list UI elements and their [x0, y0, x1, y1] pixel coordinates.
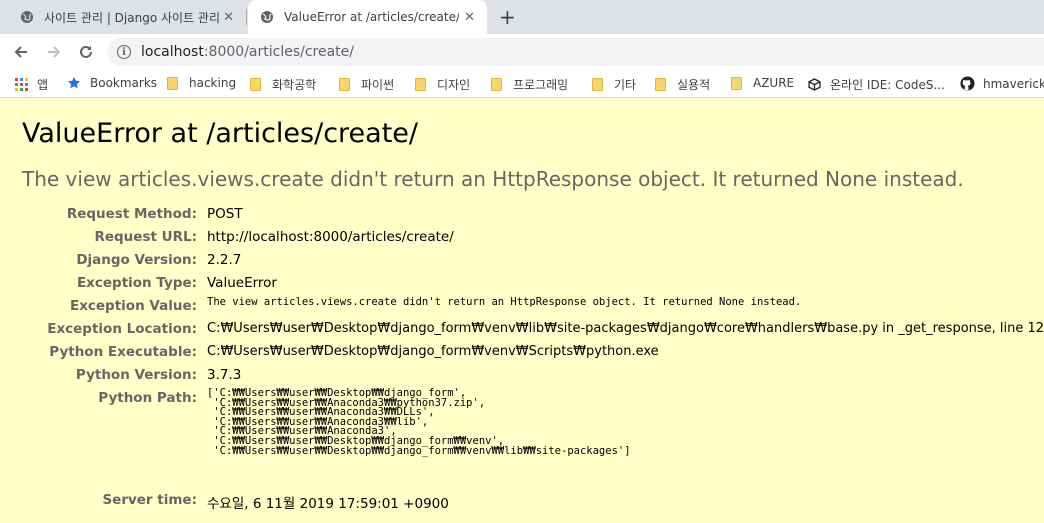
- meta-label: Python Path:: [98, 390, 197, 406]
- globe-icon: [261, 11, 273, 23]
- error-page: ValueError at /articles/create/ The view…: [0, 99, 1044, 523]
- bookmark-label: 실용적: [677, 78, 711, 92]
- apps-grid-icon: [15, 78, 28, 91]
- forward-arrow-icon[interactable]: [45, 43, 63, 61]
- error-title: ValueError at /articles/create/: [22, 118, 419, 149]
- bookmark-apps[interactable]: 앱: [15, 76, 48, 93]
- tab-title: 사이트 관리 | Django 사이트 관리: [44, 10, 219, 25]
- url-text[interactable]: localhost:8000/articles/create/: [141, 44, 354, 60]
- meta-value: The view articles.views.create didn't re…: [207, 296, 802, 308]
- github-icon: [960, 76, 975, 91]
- star-icon: [68, 77, 80, 89]
- bookmark-folder-etc[interactable]: 기타: [592, 76, 636, 93]
- folder-icon: [731, 76, 742, 90]
- address-bar[interactable]: i localhost:8000/articles/create/: [107, 38, 1044, 66]
- bookmark-codesandbox[interactable]: 온라인 IDE: CodeS...: [808, 76, 945, 93]
- bookmark-label: Bookmarks: [90, 76, 158, 90]
- globe-icon: [21, 11, 33, 23]
- bookmark-label: 디자인: [437, 78, 471, 92]
- meta-label: Server time:: [102, 492, 197, 508]
- meta-label: Django Version:: [76, 252, 197, 268]
- bookmark-bookmarks[interactable]: Bookmarks: [67, 76, 157, 90]
- bookmark-label: 화학공학: [272, 78, 317, 92]
- bookmark-label: 기타: [614, 78, 637, 92]
- meta-value: 2.2.7: [207, 252, 242, 268]
- bookmark-github[interactable]: hmavericka: [960, 76, 1044, 91]
- folder-icon: [592, 78, 603, 91]
- bookmark-folder-programming[interactable]: 프로그래밍: [491, 76, 568, 93]
- meta-value: POST: [207, 206, 243, 222]
- info-icon[interactable]: i: [117, 45, 131, 59]
- python-path-list: ['C:₩₩Users₩₩user₩₩Desktop₩₩django_form'…: [207, 387, 631, 457]
- meta-value: ValueError: [207, 275, 277, 291]
- bookmark-folder-design[interactable]: 디자인: [415, 76, 470, 93]
- meta-value: C:₩Users₩user₩Desktop₩django_form₩venv₩S…: [207, 344, 659, 359]
- tab-bar: 사이트 관리 | Django 사이트 관리 ✕ ValueError at /…: [0, 0, 1044, 34]
- bookmark-folder-python[interactable]: 파이썬: [339, 76, 394, 93]
- meta-label: Python Version:: [75, 367, 197, 383]
- bookmarks-bar: 앱 Bookmarks hacking 화학공학 파이썬 디자인 프로그래밍 기…: [0, 70, 1044, 98]
- bookmark-folder-hacking[interactable]: hacking: [167, 76, 236, 90]
- meta-label: Request URL:: [94, 229, 197, 245]
- python-path-entries: ['C:₩₩Users₩₩user₩₩Desktop₩₩django_form'…: [207, 387, 631, 457]
- meta-value: 수요일, 6 11월 2019 17:59:01 +0900: [207, 496, 449, 512]
- url-host: localhost: [141, 44, 204, 60]
- bookmark-folder-practical[interactable]: 실용적: [655, 76, 710, 93]
- folder-icon: [415, 78, 426, 91]
- error-summary: The view articles.views.create didn't re…: [22, 167, 964, 191]
- meta-label: Python Executable:: [49, 344, 197, 360]
- folder-icon: [167, 76, 178, 90]
- back-arrow-icon[interactable]: [12, 43, 30, 61]
- bookmark-label: 프로그래밍: [513, 78, 569, 92]
- bookmark-folder-chemeng[interactable]: 화학공학: [250, 76, 316, 93]
- meta-value: http://localhost:8000/articles/create/: [207, 229, 454, 245]
- new-tab-button[interactable]: +: [499, 5, 516, 29]
- bookmark-label: hacking: [189, 76, 237, 90]
- bookmark-label: AZURE: [753, 76, 795, 90]
- bookmark-folder-azure[interactable]: AZURE: [731, 76, 794, 90]
- close-icon[interactable]: ✕: [464, 10, 475, 25]
- folder-icon: [250, 78, 261, 91]
- tab-title: ValueError at /articles/create/: [284, 10, 459, 24]
- folder-icon: [339, 78, 350, 91]
- bookmark-label: 파이썬: [361, 78, 395, 92]
- meta-label: Exception Location:: [47, 321, 197, 337]
- tab-valueerror[interactable]: ValueError at /articles/create/ ✕: [248, 0, 487, 34]
- cube-icon: [808, 78, 821, 91]
- meta-label: Exception Type:: [76, 275, 197, 291]
- folder-icon: [491, 78, 502, 91]
- browser-toolbar: i localhost:8000/articles/create/: [0, 34, 1044, 70]
- meta-value: 3.7.3: [207, 367, 242, 383]
- url-path: :8000/articles/create/: [203, 44, 354, 60]
- folder-icon: [655, 78, 666, 91]
- bookmark-label: 온라인 IDE: CodeS...: [830, 78, 945, 92]
- reload-icon[interactable]: [77, 43, 95, 61]
- meta-label: Exception Value:: [69, 298, 197, 314]
- bookmark-label: 앱: [37, 78, 49, 92]
- bookmark-label: hmavericka: [983, 76, 1044, 91]
- tab-django-admin[interactable]: 사이트 관리 | Django 사이트 관리 ✕: [8, 0, 246, 34]
- close-icon[interactable]: ✕: [223, 10, 234, 25]
- tab-separator: [246, 9, 247, 25]
- meta-label: Request Method:: [66, 206, 197, 222]
- meta-value: C:₩Users₩user₩Desktop₩django_form₩venv₩l…: [207, 321, 1044, 336]
